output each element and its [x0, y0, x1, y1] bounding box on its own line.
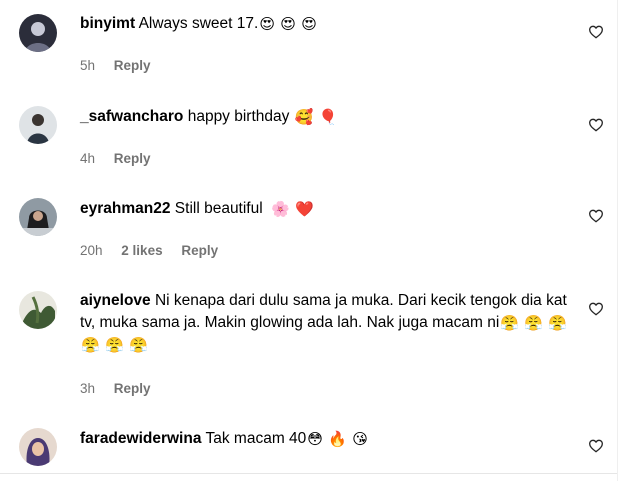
face-steam-nose-emoji-icon: 😤 — [81, 336, 100, 354]
likes-count-link[interactable]: 2 likes — [121, 243, 162, 258]
comment-meta: 4h Reply — [80, 151, 166, 167]
face-steam-nose-emoji-icon: 😤 — [129, 336, 148, 354]
face-steam-nose-emoji-icon: 😤 — [500, 314, 519, 332]
avatar[interactable] — [19, 106, 57, 144]
red-heart-emoji-icon: ❤️ — [295, 200, 314, 218]
smiling-face-hearts-emoji-icon: 🥰 — [294, 108, 314, 126]
comment-timestamp[interactable]: 4h — [80, 151, 95, 166]
comment-body: binyimt Always sweet 17.😍 😍 😍 — [80, 13, 585, 35]
avatar[interactable] — [19, 428, 57, 466]
comment-text: Still beautiful — [174, 200, 263, 217]
comment-text: Always sweet 17. — [138, 15, 259, 32]
reply-button[interactable]: Reply — [181, 243, 218, 258]
reply-button[interactable]: Reply — [114, 151, 151, 166]
fire-emoji-icon: 🔥 — [328, 430, 347, 448]
flushed-face-emoji-icon: 😳 — [307, 430, 323, 448]
comment-timestamp[interactable]: 3h — [80, 381, 95, 396]
face-steam-nose-emoji-icon: 😤 — [548, 314, 567, 332]
comment-username[interactable]: _safwancharo — [80, 108, 183, 125]
face-blowing-kiss-emoji-icon: 😘 — [352, 430, 368, 448]
heart-outline-icon[interactable] — [588, 438, 604, 454]
heart-outline-icon[interactable] — [588, 301, 604, 317]
divider — [0, 473, 618, 474]
comment-body: aiynelove Ni kenapa dari dulu sama ja mu… — [80, 290, 585, 356]
comment-body: faradewiderwina Tak macam 40😳 🔥 😘 — [80, 428, 585, 450]
heart-eyes-emoji-icon: 😍 — [280, 15, 296, 33]
comment-meta: 20h 2 likes Reply — [80, 243, 233, 259]
heart-outline-icon[interactable] — [588, 208, 604, 224]
heart-outline-icon[interactable] — [588, 117, 604, 133]
avatar[interactable] — [19, 198, 57, 236]
comment-username[interactable]: binyimt — [80, 15, 135, 32]
face-steam-nose-emoji-icon: 😤 — [524, 314, 543, 332]
avatar[interactable] — [19, 14, 57, 52]
reply-button[interactable]: Reply — [114, 381, 151, 396]
comment-text: happy birthday — [187, 108, 290, 125]
comment-timestamp[interactable]: 5h — [80, 58, 95, 73]
comment-username[interactable]: eyrahman22 — [80, 200, 170, 217]
comment-text: Tak macam 40 — [205, 430, 307, 447]
comment-username[interactable]: faradewiderwina — [80, 430, 201, 447]
comment-body: eyrahman22 Still beautiful 🌸 ❤️ — [80, 198, 585, 220]
face-steam-nose-emoji-icon: 😤 — [105, 336, 124, 354]
heart-eyes-emoji-icon: 😍 — [301, 15, 317, 33]
heart-eyes-emoji-icon: 😍 — [259, 15, 275, 33]
comment-meta: 5h Reply — [80, 58, 166, 74]
cherry-blossom-emoji-icon: 🌸 — [271, 200, 290, 218]
comment-text: Ni kenapa dari dulu sama ja muka. Dari k… — [80, 292, 567, 331]
comment-timestamp[interactable]: 20h — [80, 243, 103, 258]
avatar[interactable] — [19, 291, 57, 329]
balloon-emoji-icon: 🎈 — [318, 108, 338, 126]
reply-button[interactable]: Reply — [114, 58, 151, 73]
comment-body: _safwancharo happy birthday 🥰 🎈 — [80, 106, 585, 128]
comment-meta: 3h Reply — [80, 381, 166, 397]
heart-outline-icon[interactable] — [588, 24, 604, 40]
comment-username[interactable]: aiynelove — [80, 292, 151, 309]
